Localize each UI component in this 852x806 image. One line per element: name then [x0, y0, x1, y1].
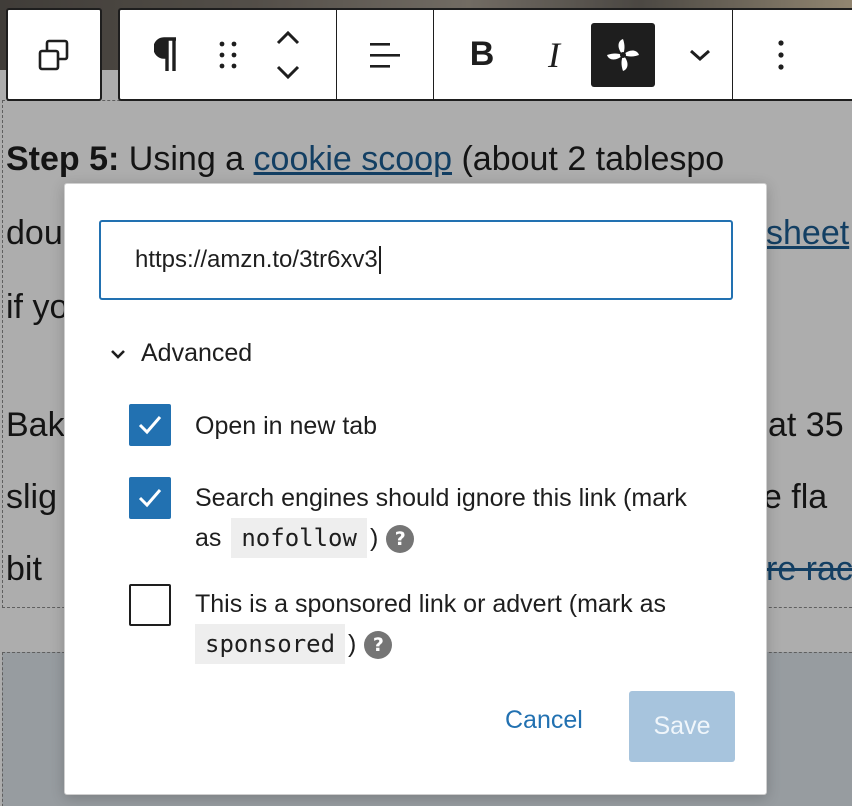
advanced-toggle[interactable]: Advanced: [109, 339, 252, 368]
pilcrow-icon: [154, 36, 176, 71]
duplicate-blocks-button[interactable]: [8, 10, 100, 99]
align-button[interactable]: [337, 10, 433, 99]
text-caret: [378, 246, 381, 274]
sponsored-checkbox[interactable]: [129, 584, 171, 626]
bold-button[interactable]: B: [434, 10, 530, 99]
url-input[interactable]: https://amzn.to/3tr6xv3: [99, 220, 733, 300]
cancel-button[interactable]: Cancel: [505, 706, 583, 735]
chevron-down-icon: [111, 349, 125, 359]
advanced-label: Advanced: [141, 339, 253, 367]
move-block-buttons[interactable]: [240, 10, 336, 99]
paragraph-button[interactable]: [120, 10, 216, 99]
nofollow-checkbox[interactable]: [129, 477, 171, 519]
link-button[interactable]: [578, 10, 668, 99]
chevron-down-icon: [690, 49, 710, 61]
checkmark-icon: [138, 416, 162, 435]
nofollow-code: nofollow: [231, 518, 367, 558]
link-button-active[interactable]: [591, 22, 655, 87]
open-new-tab-option: Open in new tab: [65, 384, 768, 464]
link-settings-popover: https://amzn.to/3tr6xv3 Advanced Open in…: [64, 183, 767, 795]
move-up-down-icon: [276, 30, 300, 79]
open-new-tab-checkbox[interactable]: [129, 404, 171, 446]
help-icon[interactable]: ?: [386, 525, 415, 554]
help-icon[interactable]: ?: [364, 631, 393, 660]
url-input-value: https://amzn.to/3tr6xv3: [135, 246, 378, 273]
sponsored-code: sponsored: [195, 624, 346, 664]
checkmark-icon: [138, 489, 162, 508]
block-type-group: [6, 8, 102, 101]
more-formats-button[interactable]: [668, 10, 732, 99]
sponsored-label: This is a sponsored link or advert (mark…: [195, 586, 745, 664]
block-options-button[interactable]: [733, 10, 829, 99]
italic-button[interactable]: I: [530, 10, 578, 99]
more-vertical-icon: [778, 39, 784, 70]
link-pinwheel-icon: [607, 38, 639, 71]
open-new-tab-label: Open in new tab: [195, 412, 378, 440]
nofollow-label: Search engines should ignore this link (…: [195, 480, 745, 558]
drag-handle-button[interactable]: [216, 10, 240, 99]
save-button[interactable]: Save: [629, 691, 735, 762]
align-left-icon: [370, 42, 400, 68]
drag-handle-icon: [219, 41, 237, 68]
block-toolbar: B I: [118, 8, 852, 101]
duplicate-blocks-icon: [38, 39, 69, 70]
